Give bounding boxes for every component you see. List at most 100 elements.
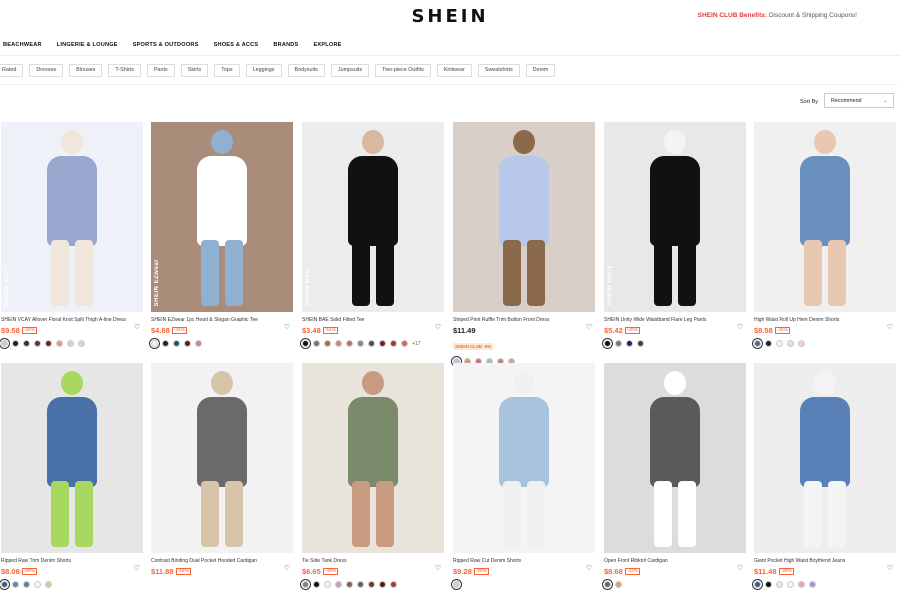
color-swatch[interactable] bbox=[379, 581, 386, 588]
nav-item[interactable]: SHOES & ACCS bbox=[214, 42, 259, 48]
color-swatch[interactable] bbox=[357, 340, 364, 347]
product-title[interactable]: SHEIN EZwear 1pc Heart & Slogan Graphic … bbox=[151, 317, 276, 323]
color-swatch[interactable] bbox=[335, 581, 342, 588]
product-title[interactable]: Giant Pocket High Waist Boyfriend Jeans bbox=[754, 558, 879, 564]
color-swatch[interactable] bbox=[23, 581, 30, 588]
filter-chip[interactable]: Tops bbox=[214, 63, 240, 77]
product-title[interactable]: Tie Side Tank Dress bbox=[302, 558, 427, 564]
heart-icon[interactable]: ♡ bbox=[586, 564, 592, 572]
heart-icon[interactable]: ♡ bbox=[284, 323, 290, 331]
filter-chip[interactable]: Jumpsuits bbox=[330, 63, 370, 77]
product-title[interactable]: Ripped Raw Trim Denim Shorts bbox=[1, 558, 126, 564]
product-image[interactable] bbox=[151, 363, 293, 553]
product-image[interactable]: SHEIN EZwear bbox=[151, 122, 293, 312]
color-swatch[interactable] bbox=[787, 581, 794, 588]
heart-icon[interactable]: ♡ bbox=[887, 323, 893, 331]
product-title[interactable]: SHEIN BAE Solid Fitted Tee bbox=[302, 317, 427, 323]
product-card[interactable]: SHEIN EZwear SHEIN EZwear 1pc Heart & Slo… bbox=[151, 122, 293, 348]
color-swatch[interactable] bbox=[302, 581, 309, 588]
color-swatch[interactable] bbox=[324, 581, 331, 588]
color-swatch[interactable] bbox=[604, 340, 611, 347]
filter-chip[interactable]: Knitwear bbox=[436, 63, 472, 77]
filter-chip[interactable]: Dresses bbox=[29, 63, 64, 77]
color-swatch[interactable] bbox=[1, 340, 8, 347]
product-card[interactable]: SHEIN VCAY SHEIN VCAY Allover Floral Knot… bbox=[1, 122, 143, 348]
heart-icon[interactable]: ♡ bbox=[737, 323, 743, 331]
color-swatch[interactable] bbox=[390, 581, 397, 588]
color-swatch[interactable] bbox=[754, 340, 761, 347]
product-image[interactable] bbox=[754, 122, 896, 312]
color-swatch[interactable] bbox=[798, 340, 805, 347]
color-swatch[interactable] bbox=[173, 340, 180, 347]
color-swatch[interactable] bbox=[368, 581, 375, 588]
color-swatch[interactable] bbox=[45, 581, 52, 588]
color-swatch[interactable] bbox=[615, 340, 622, 347]
color-swatch[interactable] bbox=[765, 340, 772, 347]
product-title[interactable]: Ripped Raw Cut Denim Shorts bbox=[453, 558, 578, 564]
color-swatch[interactable] bbox=[12, 340, 19, 347]
product-image[interactable]: SHEIN Unity bbox=[604, 122, 746, 312]
product-card[interactable]: SHEIN BAE SHEIN BAE Solid Fitted Tee ♡ $3.4… bbox=[302, 122, 444, 348]
filter-chip[interactable]: Pants bbox=[146, 63, 175, 77]
color-swatch[interactable] bbox=[67, 340, 74, 347]
nav-item[interactable]: EXPLORE bbox=[313, 42, 341, 48]
product-card[interactable]: Tie Side Tank Dress ♡ $6.65 -49% bbox=[302, 363, 444, 589]
color-swatch[interactable] bbox=[637, 340, 644, 347]
product-card[interactable]: Giant Pocket High Waist Boyfriend Jeans ♡… bbox=[754, 363, 896, 589]
color-swatch[interactable] bbox=[162, 340, 169, 347]
heart-icon[interactable]: ♡ bbox=[134, 564, 140, 572]
product-image[interactable] bbox=[754, 363, 896, 553]
color-swatch[interactable] bbox=[184, 340, 191, 347]
heart-icon[interactable]: ♡ bbox=[435, 564, 441, 572]
product-image[interactable] bbox=[1, 363, 143, 553]
sort-select[interactable]: Recommend ⌄ bbox=[824, 93, 894, 108]
color-swatch[interactable] bbox=[12, 581, 19, 588]
product-title[interactable]: SHEIN Unity Wide Waistband Flare Leg Pan… bbox=[604, 317, 729, 323]
filter-chip[interactable]: Two-piece Outfits bbox=[375, 63, 431, 77]
color-swatch[interactable] bbox=[346, 340, 353, 347]
color-swatch[interactable] bbox=[776, 340, 783, 347]
heart-icon[interactable]: ♡ bbox=[737, 564, 743, 572]
product-card[interactable]: Striped Print Ruffle Trim Button Front D… bbox=[453, 122, 595, 366]
color-swatch[interactable] bbox=[390, 340, 397, 347]
color-swatch[interactable] bbox=[401, 340, 408, 347]
color-swatch[interactable] bbox=[302, 340, 309, 347]
nav-item[interactable]: SPORTS & OUTDOORS bbox=[133, 42, 199, 48]
product-title[interactable]: Open Front Ribknit Cardigan bbox=[604, 558, 729, 564]
color-swatch[interactable] bbox=[324, 340, 331, 347]
heart-icon[interactable]: ♡ bbox=[435, 323, 441, 331]
color-swatch[interactable] bbox=[615, 581, 622, 588]
color-swatch[interactable] bbox=[798, 581, 805, 588]
product-title[interactable]: SHEIN VCAY Allover Floral Knot Split Thi… bbox=[1, 317, 126, 323]
color-swatch[interactable] bbox=[765, 581, 772, 588]
nav-item[interactable]: BRANDS bbox=[273, 42, 298, 48]
product-card[interactable]: SHEIN Unity SHEIN Unity Wide Waistband Fl… bbox=[604, 122, 746, 348]
promo-banner[interactable]: SHEIN CLUB Benefits: Discount & Shipping… bbox=[698, 12, 857, 19]
heart-icon[interactable]: ♡ bbox=[586, 323, 592, 331]
product-image[interactable]: SHEIN BAE bbox=[302, 122, 444, 312]
product-card[interactable]: Ripped Raw Trim Denim Shorts ♡ $8.08 -40% bbox=[1, 363, 143, 589]
color-swatch[interactable] bbox=[357, 581, 364, 588]
color-swatch[interactable] bbox=[313, 340, 320, 347]
product-title[interactable]: Contrast Binding Dual Pocket Hooded Card… bbox=[151, 558, 276, 564]
color-swatch[interactable] bbox=[45, 340, 52, 347]
color-swatch[interactable] bbox=[34, 581, 41, 588]
filter-chip[interactable]: Blouses bbox=[69, 63, 103, 77]
heart-icon[interactable]: ♡ bbox=[134, 323, 140, 331]
color-swatch[interactable] bbox=[78, 340, 85, 347]
product-title[interactable]: High Waist Roll Up Hem Denim Shorts bbox=[754, 317, 879, 323]
color-swatch[interactable] bbox=[346, 581, 353, 588]
more-colors-count[interactable]: +17 bbox=[412, 341, 420, 347]
product-card[interactable]: Open Front Ribknit Cardigan ♡ $8.68 -42% bbox=[604, 363, 746, 589]
filter-chip[interactable]: Bodysuits bbox=[287, 63, 325, 77]
color-swatch[interactable] bbox=[56, 340, 63, 347]
color-swatch[interactable] bbox=[809, 581, 816, 588]
product-image[interactable] bbox=[604, 363, 746, 553]
product-image[interactable] bbox=[302, 363, 444, 553]
filter-chip[interactable]: T-Shirts bbox=[108, 63, 141, 77]
product-card[interactable]: Contrast Binding Dual Pocket Hooded Card… bbox=[151, 363, 293, 589]
color-swatch[interactable] bbox=[1, 581, 8, 588]
product-image[interactable]: SHEIN VCAY bbox=[1, 122, 143, 312]
color-swatch[interactable] bbox=[313, 581, 320, 588]
product-image[interactable] bbox=[453, 122, 595, 312]
